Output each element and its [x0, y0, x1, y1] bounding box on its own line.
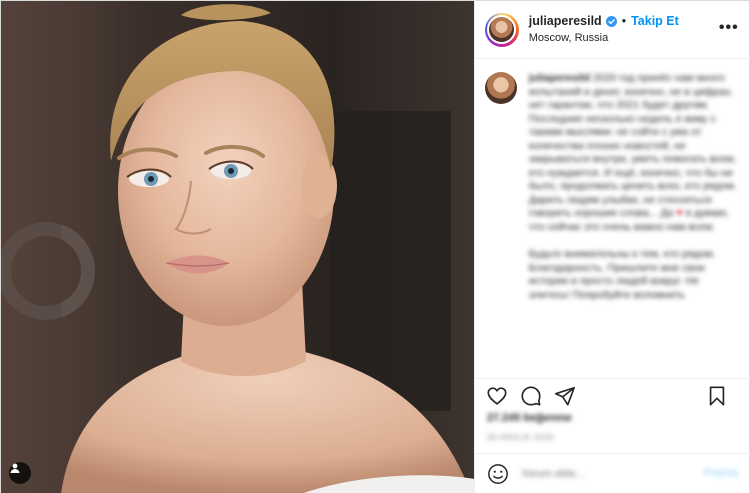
smiley-icon[interactable] — [487, 463, 509, 485]
heart-icon — [487, 386, 507, 405]
tag-button[interactable] — [9, 462, 31, 484]
verified-badge-icon — [605, 15, 617, 27]
post-photo[interactable] — [1, 1, 474, 493]
likes-count[interactable]: 27.245 beğenme — [487, 412, 572, 424]
portrait-illustration — [1, 1, 474, 493]
separator-dot: • — [621, 13, 627, 28]
story-ring[interactable] — [484, 12, 519, 47]
caption-avatar[interactable] — [484, 72, 517, 104]
more-options-button[interactable]: ••• — [719, 19, 739, 37]
save-button[interactable] — [705, 384, 729, 408]
avatar[interactable] — [487, 15, 517, 44]
location-link[interactable]: Moscow, Russia — [529, 32, 679, 45]
header-row: juliaperesild • Takip Et — [529, 14, 679, 29]
comment-icon — [521, 385, 541, 406]
caption: juliaperesild 2020 год принёс нам много … — [484, 72, 741, 302]
caption-username[interactable]: juliaperesild — [529, 72, 590, 84]
share-post-button[interactable] — [553, 384, 577, 408]
comment-button[interactable] — [519, 384, 543, 408]
caption-body: juliaperesild 2020 год принёс нам много … — [529, 72, 739, 302]
comments-section[interactable]: juliaperesild 2020 год принёс нам много … — [475, 60, 750, 378]
post-date[interactable]: 30 ARALIK 2020 — [487, 432, 554, 442]
caption-paragraph-2: Будьте внимательны к тем, кто рядом. Бла… — [528, 248, 716, 301]
follow-button[interactable]: Takip Et — [631, 14, 679, 29]
post-header: juliaperesild • Takip Et Moscow, Russia … — [474, 1, 750, 59]
username-link[interactable]: juliaperesild — [529, 14, 602, 29]
header-text: juliaperesild • Takip Et Moscow, Russia — [529, 14, 679, 45]
heart-emoji: ♥ — [676, 207, 683, 219]
bookmark-icon — [709, 386, 724, 406]
action-bar — [474, 378, 750, 412]
post-side-panel: juliaperesild • Takip Et Moscow, Russia … — [473, 1, 750, 493]
comment-input[interactable] — [520, 468, 701, 480]
post-comment-button[interactable]: Paylaş — [704, 467, 739, 479]
paper-plane-icon — [554, 386, 575, 406]
add-comment-bar: Paylaş — [474, 453, 750, 493]
instagram-post: juliaperesild • Takip Et Moscow, Russia … — [0, 0, 750, 493]
caption-text: 2020 год принёс нам много испытаний и де… — [528, 72, 737, 219]
person-tag-icon — [10, 463, 20, 473]
like-button[interactable] — [485, 384, 509, 408]
